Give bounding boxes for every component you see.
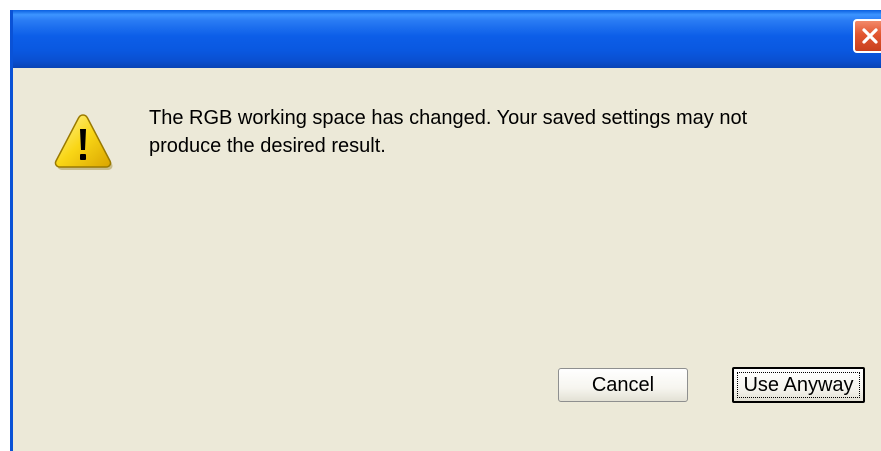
- cancel-button[interactable]: Cancel: [558, 368, 688, 402]
- warning-icon: [54, 114, 113, 170]
- title-bar[interactable]: [13, 10, 881, 68]
- dialog-window: The RGB working space has changed. Your …: [10, 10, 881, 451]
- dialog-message: The RGB working space has changed. Your …: [149, 107, 748, 157]
- title-bar-divider: [13, 68, 881, 71]
- close-icon: [862, 28, 878, 44]
- use-anyway-label: Use Anyway: [743, 373, 854, 396]
- use-anyway-button[interactable]: Use Anyway: [732, 367, 865, 403]
- close-button[interactable]: [853, 19, 881, 53]
